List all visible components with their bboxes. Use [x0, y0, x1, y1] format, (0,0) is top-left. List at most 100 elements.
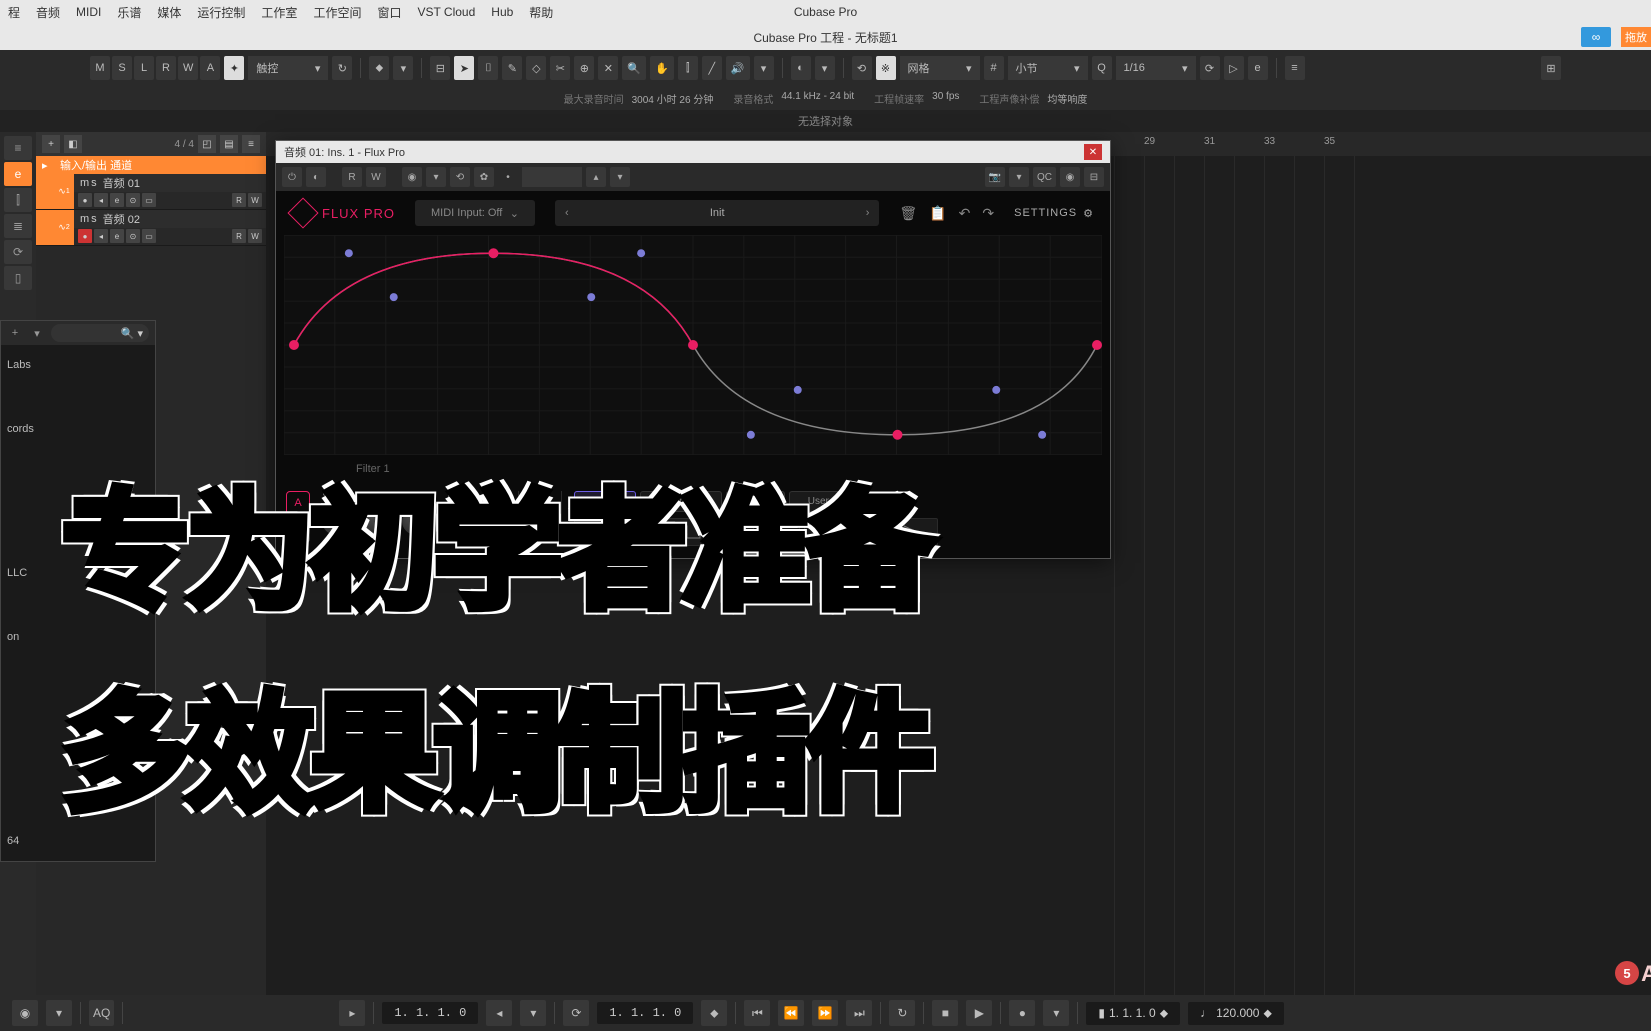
automation-mode-icon[interactable]: ✦: [224, 56, 244, 80]
menu-item[interactable]: Hub: [491, 5, 513, 19]
track-preset-button[interactable]: ◧: [64, 135, 82, 153]
track-rec[interactable]: ●: [78, 229, 92, 243]
toolbar-btn[interactable]: ⬥: [369, 56, 389, 80]
track-rec[interactable]: ●: [78, 193, 92, 207]
dropdown-icon[interactable]: ▾: [46, 1000, 72, 1026]
rail-eq-icon[interactable]: ⫿: [4, 188, 32, 212]
menu-item[interactable]: 工作空间: [313, 4, 361, 21]
track-edit[interactable]: e: [110, 229, 124, 243]
track-freeze[interactable]: ⊙: [126, 193, 140, 207]
rail-strip-icon[interactable]: ≣: [4, 214, 32, 238]
menu-item[interactable]: 帮助: [529, 4, 553, 21]
snapshot-icon[interactable]: 📷: [985, 167, 1005, 187]
menu-item[interactable]: MIDI: [76, 5, 101, 19]
preset-selector[interactable]: ‹ Init ›: [555, 200, 879, 226]
toolbar-btn[interactable]: ≡: [1285, 56, 1305, 80]
preset-next-icon[interactable]: ›: [866, 207, 870, 219]
cloud-icon[interactable]: ∞: [1581, 27, 1611, 47]
power-icon[interactable]: ⏻: [282, 167, 302, 187]
glue-tool-icon[interactable]: ⊕: [574, 56, 594, 80]
dropdown-icon[interactable]: ▾: [520, 1000, 546, 1026]
track-row[interactable]: ∿2 ms音频 02 ● ◂ e ⊙ ▭ R W: [36, 210, 266, 246]
track-write[interactable]: W: [248, 193, 262, 207]
delete-icon[interactable]: 🗑: [899, 205, 917, 222]
toolbar-btn[interactable]: ▾: [754, 56, 774, 80]
performance-icon[interactable]: ◉: [12, 1000, 38, 1026]
draw-tool-icon[interactable]: ✎: [502, 56, 522, 80]
rail-edit-icon[interactable]: e: [4, 162, 32, 186]
track-solo[interactable]: s: [91, 177, 97, 189]
menu-icon[interactable]: ⊟: [1084, 167, 1104, 187]
track-name[interactable]: ms音频 01: [74, 174, 266, 192]
redo-icon[interactable]: ↷: [982, 205, 994, 222]
copy-icon[interactable]: 📋: [929, 205, 946, 222]
record-button[interactable]: ●: [1009, 1000, 1035, 1026]
track-lane[interactable]: ▭: [142, 229, 156, 243]
drag-button[interactable]: 拖放: [1621, 27, 1651, 47]
left-locator[interactable]: 1. 1. 1. 0: [382, 1002, 478, 1024]
stop-button[interactable]: ■: [932, 1000, 958, 1026]
aq-button[interactable]: AQ: [89, 1000, 114, 1026]
search-input[interactable]: 🔍 ▾: [51, 324, 149, 342]
zoom-tool-icon[interactable]: 🔍: [622, 56, 646, 80]
line-tool-icon[interactable]: ╱: [702, 56, 722, 80]
cycle-button[interactable]: ↻: [889, 1000, 915, 1026]
track-name[interactable]: ms音频 02: [74, 210, 266, 228]
track-read[interactable]: R: [232, 229, 246, 243]
write-button[interactable]: W: [178, 56, 198, 80]
down-icon[interactable]: ▾: [610, 167, 630, 187]
preset-next-icon[interactable]: ▾: [426, 167, 446, 187]
cycle-icon[interactable]: ⟳: [563, 1000, 589, 1026]
track-solo[interactable]: s: [91, 213, 97, 225]
menu-item[interactable]: VST Cloud: [417, 5, 475, 19]
rail-fader-icon[interactable]: ▯: [4, 266, 32, 290]
bypass-icon[interactable]: ◐: [306, 167, 326, 187]
toolbar-btn[interactable]: ▾: [393, 56, 413, 80]
toolbar-btn[interactable]: ⟲: [852, 56, 872, 80]
toolbar-btn[interactable]: ⊞: [1541, 56, 1561, 80]
up-icon[interactable]: ▴: [586, 167, 606, 187]
track-write[interactable]: W: [248, 229, 262, 243]
rewind-icon[interactable]: ⏮: [744, 1000, 770, 1026]
mute-button[interactable]: M: [90, 56, 110, 80]
track-lane[interactable]: ▭: [142, 193, 156, 207]
automation-button[interactable]: A: [200, 56, 220, 80]
toolbar-btn[interactable]: ↻: [332, 56, 352, 80]
pin-icon[interactable]: •: [498, 167, 518, 187]
plugin-titlebar[interactable]: 音频 01: Ins. 1 - Flux Pro ✕: [276, 141, 1110, 163]
mute-tool-icon[interactable]: ✕: [598, 56, 618, 80]
menu-item[interactable]: 窗口: [377, 4, 401, 21]
punch-out-icon[interactable]: ◂: [486, 1000, 512, 1026]
track-monitor[interactable]: ◂: [94, 229, 108, 243]
settings-icon[interactable]: ✿: [474, 167, 494, 187]
close-button[interactable]: ✕: [1084, 144, 1102, 160]
track-mute[interactable]: m: [80, 213, 89, 225]
menu-item[interactable]: 程: [8, 4, 20, 21]
right-locator[interactable]: 1. 1. 1. 0: [597, 1002, 693, 1024]
split-tool-icon[interactable]: ✂: [550, 56, 570, 80]
range-tool-icon[interactable]: ⌷: [478, 56, 498, 80]
position-display[interactable]: ▮1. 1. 1. 0⬥: [1086, 1002, 1180, 1025]
listen-button[interactable]: L: [134, 56, 154, 80]
io-track[interactable]: ▸输入/输出 通道: [36, 156, 266, 174]
bars-dropdown[interactable]: 小节▾: [1008, 56, 1088, 80]
solo-button[interactable]: S: [112, 56, 132, 80]
ab-icon[interactable]: ▾: [1009, 167, 1029, 187]
midi-input-dropdown[interactable]: MIDI Input: Off⌄: [415, 200, 535, 226]
read-button[interactable]: R: [342, 167, 362, 187]
undo-icon[interactable]: ↶: [959, 205, 971, 222]
write-button[interactable]: W: [366, 167, 386, 187]
preset-dropdown[interactable]: [522, 167, 582, 187]
color-tool-icon[interactable]: ◐: [791, 56, 811, 80]
track-filter-button[interactable]: ◰: [198, 135, 216, 153]
quantize-icon[interactable]: Q: [1092, 56, 1112, 80]
preset-prev-icon[interactable]: ◉: [402, 167, 422, 187]
forward-icon[interactable]: ⏭: [846, 1000, 872, 1026]
toolbar-btn[interactable]: ▷: [1224, 56, 1244, 80]
arrow-tool-icon[interactable]: ➤: [454, 56, 474, 80]
dropdown-icon[interactable]: ▾: [1043, 1000, 1069, 1026]
quantize-dropdown[interactable]: 1/16▾: [1116, 56, 1196, 80]
next-icon[interactable]: ⏩: [812, 1000, 838, 1026]
dropdown-icon[interactable]: ▾: [29, 325, 45, 341]
track-row[interactable]: ∿1 ms音频 01 ● ◂ e ⊙ ▭ R W: [36, 174, 266, 210]
